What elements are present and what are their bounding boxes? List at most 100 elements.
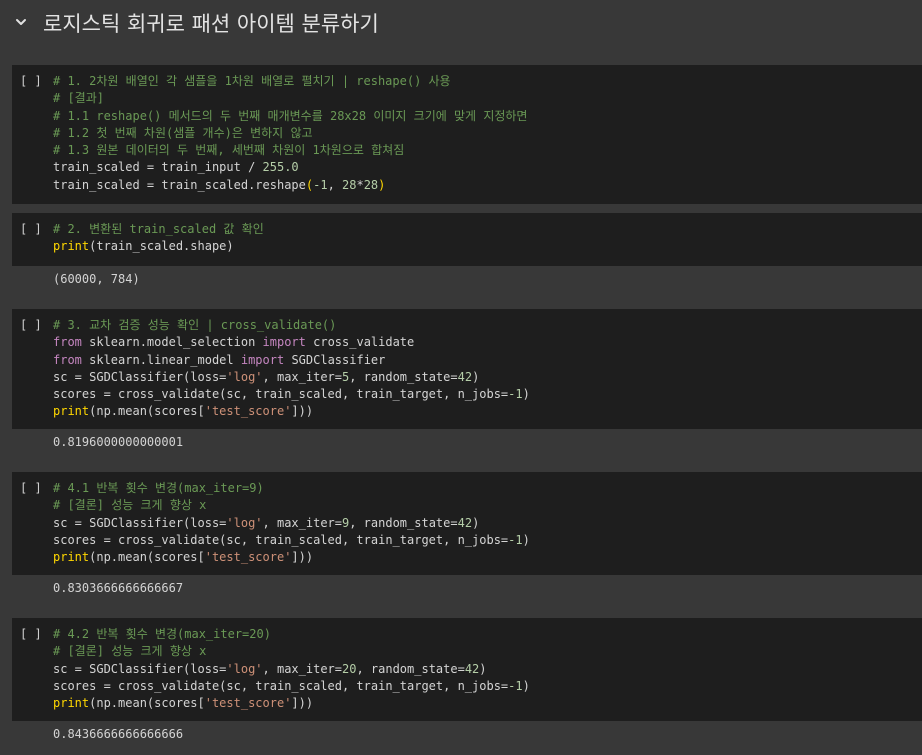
code-line: from sklearn.linear_model import SGDClas… xyxy=(53,352,530,369)
code-line: sc = SGDClassifier(loss='log', max_iter=… xyxy=(53,369,530,386)
code-token: ) xyxy=(378,177,386,192)
code-token: sklearn.linear_model xyxy=(81,352,241,367)
code-token: 28 xyxy=(363,177,379,192)
code-token: print xyxy=(53,239,90,254)
code-token: , random_state= xyxy=(349,369,458,384)
code-token: from xyxy=(53,352,82,367)
code-editor[interactable]: # 3. 교차 검증 성능 확인 | cross_validate()from … xyxy=(53,317,530,421)
code-token: -1 xyxy=(508,532,523,547)
code-line: sc = SGDClassifier(loss='log', max_iter=… xyxy=(53,515,530,532)
code-line: from sklearn.model_selection import cros… xyxy=(53,334,530,351)
code-line: # 1.2 첫 번째 차원(샘플 개수)은 변하지 않고 xyxy=(53,125,527,142)
code-token: , xyxy=(327,177,343,192)
code-line: # 4.1 반복 횟수 변경(max_iter=9) xyxy=(53,480,530,497)
cell-output: 0.8436666666666666 xyxy=(53,727,184,741)
code-line: # [결과] xyxy=(53,90,527,107)
code-line: # 1.3 원본 데이터의 두 번째, 세번째 차원이 1차원으로 합쳐짐 xyxy=(53,142,527,159)
run-cell-button[interactable]: [ ] xyxy=(20,318,42,332)
code-token: # 1.2 첫 번째 차원(샘플 개수)은 변하지 않고 xyxy=(53,125,313,140)
code-token: ) xyxy=(472,369,480,384)
run-cell-button[interactable]: [ ] xyxy=(20,222,42,236)
code-token: scores = cross_validate(sc, train_scaled… xyxy=(53,678,509,693)
code-line: # [결론] 성능 크게 향상 x xyxy=(53,497,530,514)
run-cell-button[interactable]: [ ] xyxy=(20,627,42,641)
code-token: ) xyxy=(522,387,530,402)
code-token: (np.mean(scores[ xyxy=(89,404,205,419)
code-token: sklearn.model_selection xyxy=(81,335,263,350)
code-token: # 3. 교차 검증 성능 확인 | cross_validate() xyxy=(53,318,337,332)
code-token: 'log' xyxy=(226,661,263,676)
code-token: 'test_score' xyxy=(204,550,292,565)
code-token: ) xyxy=(522,678,530,693)
code-token: from xyxy=(53,335,82,350)
code-token: 42 xyxy=(464,661,480,676)
code-token: scores = cross_validate(sc, train_scaled… xyxy=(53,532,509,547)
code-token: ) xyxy=(479,661,487,676)
code-token: 28 xyxy=(342,177,357,192)
code-line: sc = SGDClassifier(loss='log', max_iter=… xyxy=(53,661,530,678)
code-token: print xyxy=(53,404,90,419)
section-header: 로지스틱 회귀로 패션 아이템 분류하기 xyxy=(0,0,922,46)
code-line: # 2. 변환된 train_scaled 값 확인 xyxy=(53,221,264,238)
code-token: print xyxy=(53,550,90,565)
code-token: , max_iter= xyxy=(262,661,342,676)
code-line: scores = cross_validate(sc, train_scaled… xyxy=(53,532,530,549)
code-line: # 1. 2차원 배열인 각 샘플을 1차원 배열로 펼치기 | reshape… xyxy=(53,73,527,90)
code-token: , max_iter= xyxy=(262,369,342,384)
code-cell-2[interactable]: [ ] # 2. 변환된 train_scaled 값 확인 print(trai… xyxy=(12,213,922,266)
section-title: 로지스틱 회귀로 패션 아이템 분류하기 xyxy=(43,12,379,36)
code-token: train_scaled = train_scaled.reshape xyxy=(53,177,306,192)
code-cell-1[interactable]: [ ] # 1. 2차원 배열인 각 샘플을 1차원 배열로 펼치기 | res… xyxy=(12,65,922,204)
code-token: print xyxy=(53,696,90,711)
code-cell-4[interactable]: [ ] # 4.1 반복 횟수 변경(max_iter=9) # [결론] 성능 … xyxy=(12,472,922,575)
cell-output: (60000, 784) xyxy=(53,272,140,286)
code-line: # 3. 교차 검증 성능 확인 | cross_validate() xyxy=(53,317,530,334)
code-editor[interactable]: # 4.2 반복 횟수 변경(max_iter=20) # [결론] 성능 크게 … xyxy=(53,626,530,712)
run-cell-button[interactable]: [ ] xyxy=(20,481,42,495)
run-cell-button[interactable]: [ ] xyxy=(20,74,42,88)
code-cell-3[interactable]: [ ] # 3. 교차 검증 성능 확인 | cross_validate()f… xyxy=(12,309,922,429)
code-line: # 1.1 reshape() 메서드의 두 번째 매개변수를 28x28 이미… xyxy=(53,108,527,125)
code-token: (np.mean(scores[ xyxy=(89,550,205,565)
code-token: sc = SGDClassifier(loss= xyxy=(53,369,227,384)
chevron-down-icon[interactable] xyxy=(13,14,29,30)
code-editor[interactable]: # 1. 2차원 배열인 각 샘플을 1차원 배열로 펼치기 | reshape… xyxy=(53,73,527,194)
cell-output: 0.8303666666666667 xyxy=(53,581,184,595)
code-cell-5[interactable]: [ ] # 4.2 반복 횟수 변경(max_iter=20) # [결론] 성능… xyxy=(12,618,922,721)
code-token: 42 xyxy=(457,515,473,530)
code-editor[interactable]: # 2. 변환된 train_scaled 값 확인 print(train_sc… xyxy=(53,221,264,256)
code-line: # 4.2 반복 횟수 변경(max_iter=20) xyxy=(53,626,530,643)
code-token: , random_state= xyxy=(349,515,458,530)
code-token: # [결과] xyxy=(53,91,104,106)
code-token: -1 xyxy=(508,678,523,693)
code-token: ) xyxy=(522,532,530,547)
code-token: sc = SGDClassifier(loss= xyxy=(53,661,227,676)
code-line: scores = cross_validate(sc, train_scaled… xyxy=(53,386,530,403)
code-token: import xyxy=(240,352,285,367)
code-line: scores = cross_validate(sc, train_scaled… xyxy=(53,678,530,695)
code-token: train_scaled = train_input / xyxy=(53,160,263,175)
code-line: train_scaled = train_scaled.reshape(-1, … xyxy=(53,177,527,194)
code-token: # 4.1 반복 횟수 변경(max_iter=9) xyxy=(53,481,264,495)
code-token: # 2. 변환된 train_scaled 값 확인 xyxy=(53,222,264,236)
code-token: ) xyxy=(472,515,480,530)
code-line: print(np.mean(scores['test_score'])) xyxy=(53,403,530,420)
code-token: 20 xyxy=(342,661,357,676)
code-token: import xyxy=(262,335,306,350)
code-line: print(np.mean(scores['test_score'])) xyxy=(53,549,530,566)
code-editor[interactable]: # 4.1 반복 횟수 변경(max_iter=9) # [결론] 성능 크게 향… xyxy=(53,480,530,566)
code-token: 255.0 xyxy=(262,160,299,175)
code-token: # 1.1 reshape() 메서드의 두 번째 매개변수를 28x28 이미… xyxy=(53,108,528,123)
code-line: print(train_scaled.shape) xyxy=(53,238,264,255)
code-token: sc = SGDClassifier(loss= xyxy=(53,515,227,530)
code-token: ])) xyxy=(291,550,314,565)
code-token: cross_validate xyxy=(305,335,415,350)
code-token: 'log' xyxy=(226,515,263,530)
code-token: 'test_score' xyxy=(204,404,292,419)
code-token: , random_state= xyxy=(356,661,465,676)
code-token: 42 xyxy=(457,369,473,384)
code-token: 'test_score' xyxy=(204,696,292,711)
code-token: (train_scaled.shape) xyxy=(89,239,234,254)
code-token: scores = cross_validate(sc, train_scaled… xyxy=(53,387,509,402)
code-token: (np.mean(scores[ xyxy=(89,696,205,711)
